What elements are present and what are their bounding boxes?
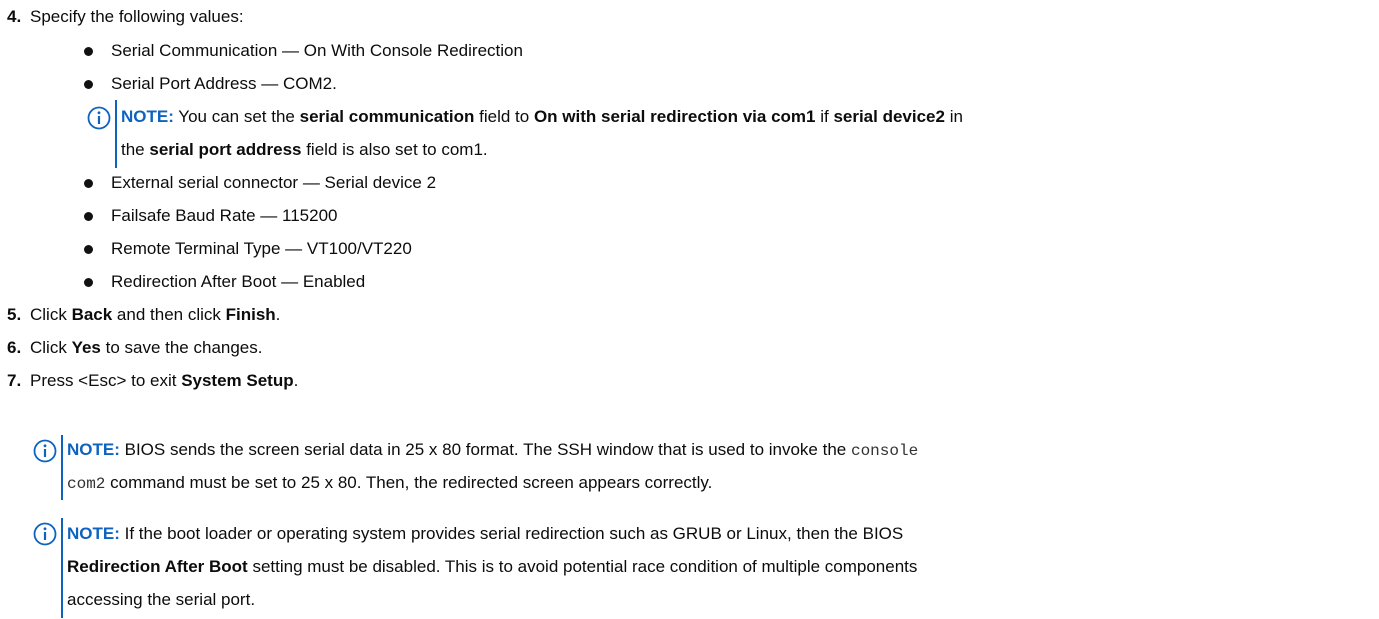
- bullet-dot: [84, 245, 93, 254]
- note-line: com2 command must be set to 25 x 80. The…: [67, 473, 713, 493]
- info-icon: [33, 522, 57, 546]
- note-label: NOTE:: [121, 107, 174, 126]
- note-line: NOTE: BIOS sends the screen serial data …: [67, 440, 919, 460]
- note-bar: [61, 518, 63, 618]
- step-text: Click Yes to save the changes.: [30, 338, 263, 357]
- bullet-dot: [84, 212, 93, 221]
- list-item-text: External serial connector — Serial devic…: [111, 173, 437, 192]
- note-bar: [61, 435, 63, 500]
- note-line: NOTE: If the boot loader or operating sy…: [67, 524, 904, 543]
- bullet-dot: [84, 80, 93, 89]
- bullet-dot: [84, 179, 93, 188]
- list-item-text: Remote Terminal Type — VT100/VT220: [111, 239, 412, 258]
- note-line: NOTE: You can set the serial communicati…: [121, 107, 963, 126]
- note-line: the serial port address field is also se…: [121, 140, 488, 159]
- note-line: accessing the serial port.: [67, 590, 256, 609]
- bullet-dot: [84, 278, 93, 287]
- info-icon: [87, 106, 111, 130]
- list-item-text: Serial Communication — On With Console R…: [111, 41, 523, 60]
- code-text: console: [850, 442, 919, 460]
- code-text: com2: [67, 475, 106, 493]
- list-item-text: Serial Port Address — COM2.: [111, 74, 337, 93]
- note-bar: [115, 100, 117, 168]
- list-item-text: Failsafe Baud Rate — 115200: [111, 206, 338, 225]
- step-text: Click Back and then click Finish.: [30, 305, 281, 324]
- note-label: NOTE:: [67, 524, 120, 543]
- bullet-dot: [84, 47, 93, 56]
- step-text: Press <Esc> to exit System Setup.: [30, 371, 299, 390]
- note-line: Redirection After Boot setting must be d…: [67, 557, 918, 576]
- list-item-text: Redirection After Boot — Enabled: [111, 272, 366, 291]
- note-label: NOTE:: [67, 440, 120, 459]
- step-text: Specify the following values:: [30, 7, 244, 26]
- info-icon: [33, 439, 57, 463]
